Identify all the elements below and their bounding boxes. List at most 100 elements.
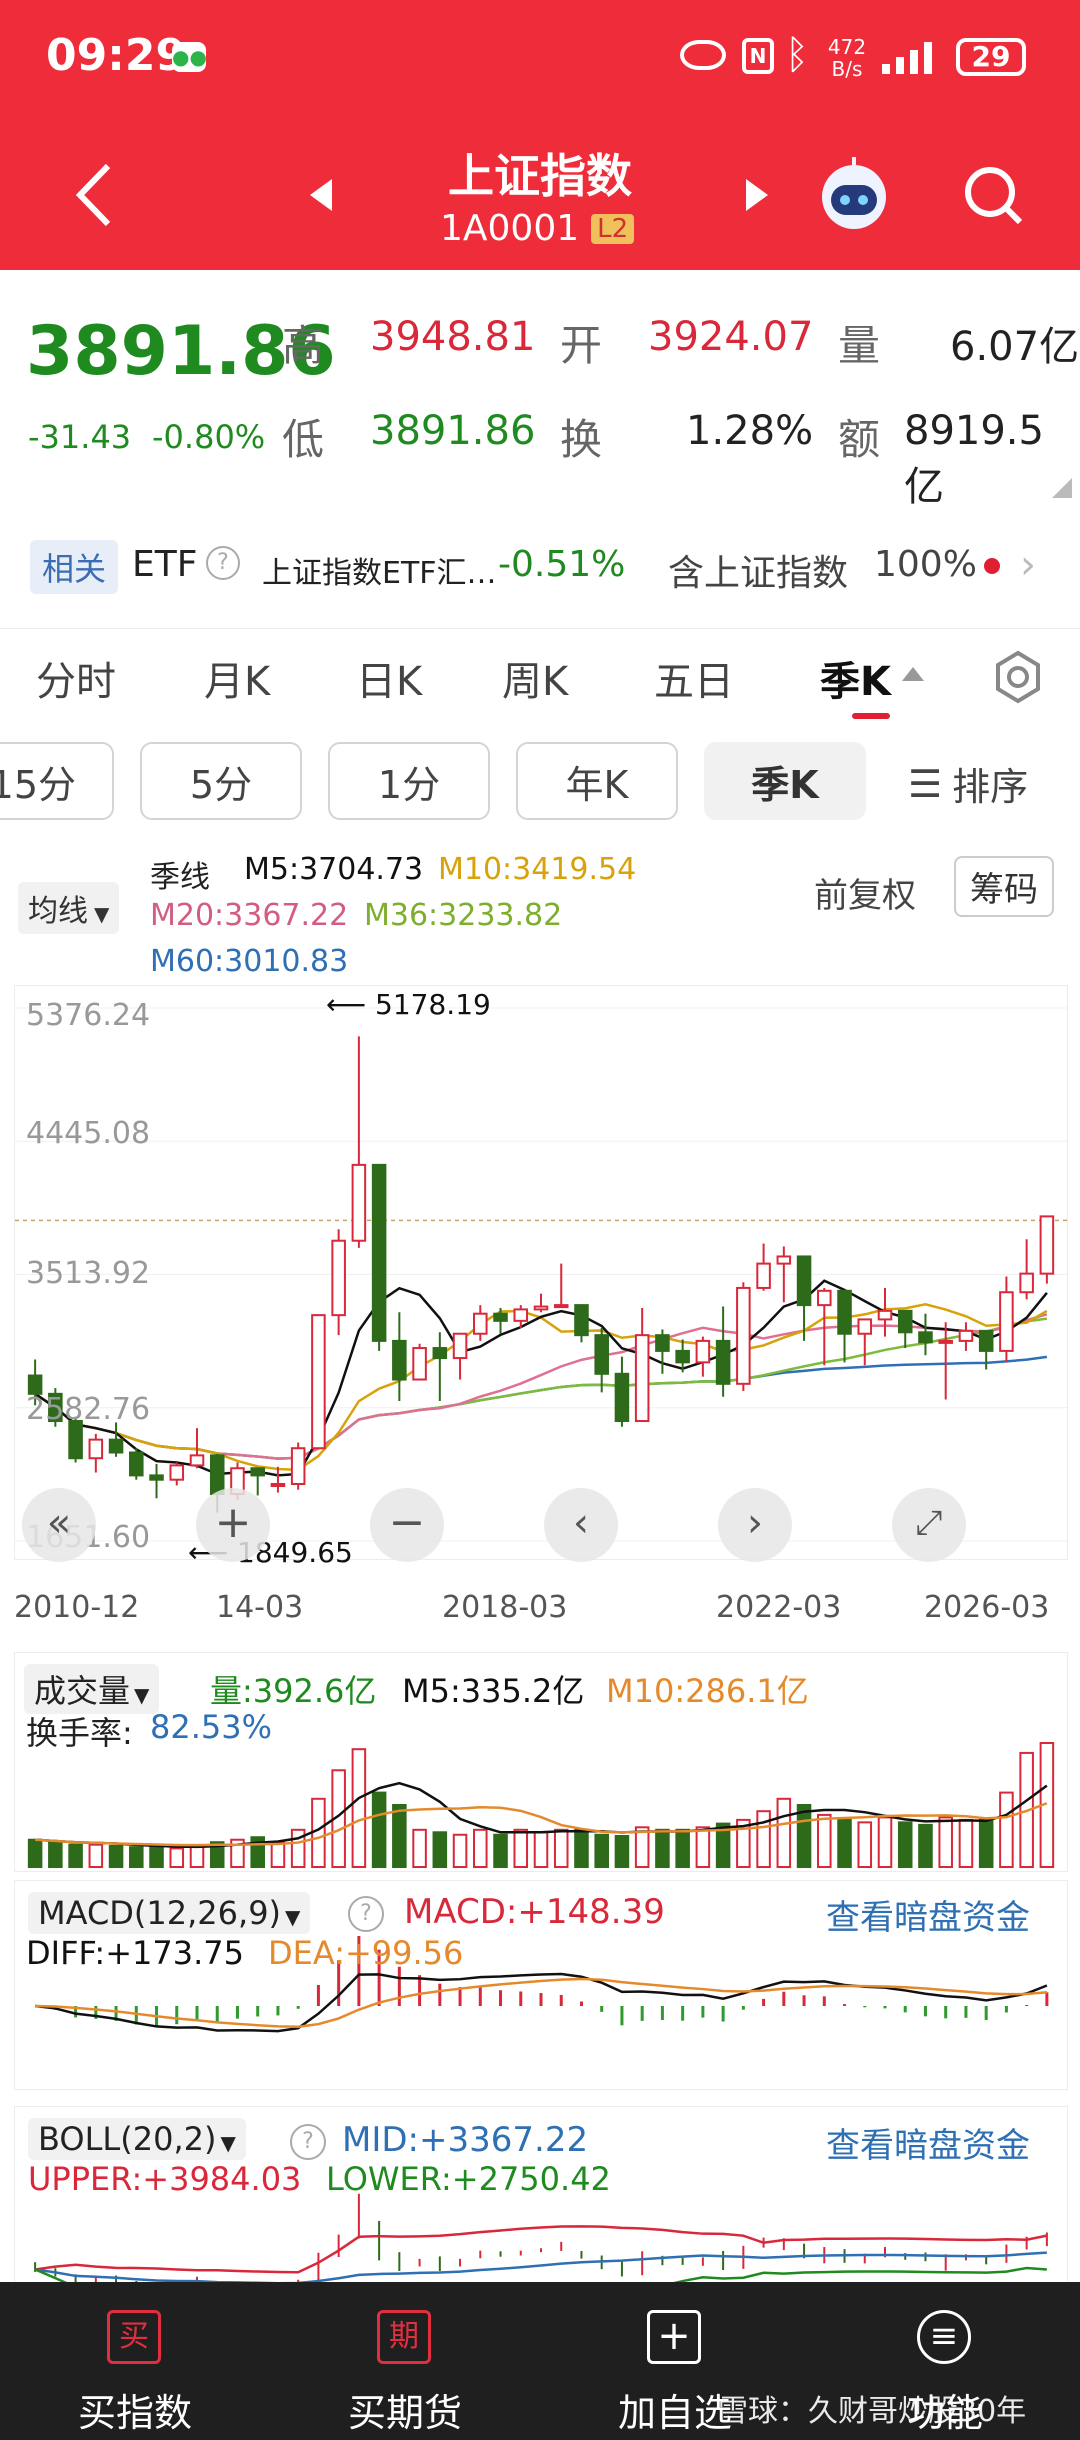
fast-back-button[interactable]: « — [22, 1488, 96, 1562]
period-5min[interactable]: 5分 — [140, 742, 302, 820]
macd-link[interactable]: 查看暗盘资金 — [826, 1890, 1030, 1939]
candle — [978, 1329, 994, 1352]
tab-weekly[interactable]: 周K — [502, 649, 568, 707]
tab-monthly[interactable]: 月K — [204, 649, 270, 707]
nav-label: 买期货 — [347, 2391, 462, 2435]
nav-buy-futures[interactable]: 期 买期货 — [270, 2282, 540, 2440]
battery-icon: 29 — [956, 38, 1026, 76]
period-quarterly[interactable]: 季K — [704, 742, 866, 820]
robot-icon — [822, 157, 886, 229]
candle — [290, 1447, 306, 1485]
candle — [452, 1332, 468, 1360]
volume-label: 量 — [838, 321, 881, 370]
chips-button[interactable]: 筹码 — [954, 856, 1054, 917]
volume-m5: M5:335.2亿 — [402, 1672, 585, 1710]
period-1min[interactable]: 1分 — [328, 742, 490, 820]
volume-bar — [958, 1818, 974, 1869]
volume-bar — [837, 1818, 852, 1869]
header-bar: 09:29 ●● N ᛒ 472 B/s 29 上证指数 1A0001 L2 — [0, 0, 1080, 270]
volume-bar — [311, 1797, 326, 1868]
period-yearly[interactable]: 年K — [516, 742, 678, 820]
volume-bar — [918, 1823, 933, 1868]
prev-stock-button[interactable] — [306, 175, 336, 219]
tab-intraday[interactable]: 分时 — [36, 649, 116, 707]
candle — [675, 1349, 690, 1364]
chevron-right-icon[interactable]: › — [1020, 542, 1036, 588]
help-icon[interactable]: ? — [348, 1896, 384, 1932]
volume-bar — [108, 1844, 124, 1868]
boll-mid-line — [34, 2251, 1047, 2285]
x-tick-0: 2010-12 — [14, 1590, 140, 1625]
adjust-label[interactable]: 前复权 — [814, 868, 916, 917]
candle — [918, 1331, 933, 1344]
help-icon[interactable]: ? — [290, 2124, 326, 2160]
help-icon[interactable]: ? — [206, 546, 240, 580]
candle — [351, 1163, 367, 1242]
scroll-left-button[interactable]: ‹ — [544, 1488, 618, 1562]
volume-bar — [594, 1833, 609, 1868]
fullscreen-button[interactable]: ⤢ — [892, 1488, 966, 1562]
price-change: -31.43 — [28, 418, 132, 456]
volume-bar — [695, 1826, 711, 1869]
caret-up-icon — [902, 667, 924, 681]
back-button[interactable] — [70, 160, 120, 227]
candle — [999, 1291, 1014, 1352]
boll-select[interactable]: BOLL(20,2) ▼ — [28, 2118, 246, 2160]
search-icon — [965, 167, 1023, 225]
ma10-line — [34, 1302, 1048, 1472]
tab-five-day[interactable]: 五日 — [654, 649, 734, 707]
volume-bar — [149, 1846, 164, 1869]
nfc-icon: N — [742, 38, 774, 74]
amount-label: 额 — [838, 415, 881, 464]
volume-bar — [88, 1843, 104, 1868]
sort-button[interactable]: ☰ 排序 — [908, 756, 1028, 811]
ma-type-select[interactable]: 均线 ▼ — [18, 882, 120, 934]
candle — [331, 1239, 346, 1317]
candle — [938, 1339, 953, 1344]
volume-bar — [796, 1804, 812, 1868]
candle — [311, 1314, 326, 1450]
volume-bar — [412, 1828, 427, 1869]
tab-daily[interactable]: 日K — [356, 649, 422, 707]
tab-quarterly[interactable]: 季K — [820, 649, 891, 707]
boll-link[interactable]: 查看暗盘资金 — [826, 2118, 1030, 2167]
zoom-in-button[interactable]: + — [196, 1488, 270, 1562]
next-stock-button[interactable] — [742, 175, 772, 219]
candle — [634, 1334, 650, 1423]
period-selector: 15分 5分 1分 年K 季K ☰ 排序 — [0, 740, 1080, 835]
search-button[interactable] — [960, 162, 1026, 228]
eye-icon — [680, 40, 726, 70]
volume-bar — [756, 1810, 771, 1868]
zoom-out-button[interactable]: − — [370, 1488, 444, 1562]
kline-chart[interactable] — [14, 985, 1069, 1560]
candle — [412, 1347, 427, 1381]
net-speed-value: 472 — [827, 35, 867, 59]
settings-button[interactable] — [990, 649, 1046, 705]
active-tab-indicator — [852, 713, 890, 719]
candle — [129, 1451, 144, 1477]
candle — [837, 1289, 852, 1335]
wechat-icon: ●● — [172, 42, 207, 72]
volume-bar — [270, 1841, 286, 1868]
macd-select[interactable]: MACD(12,26,9) ▼ — [28, 1892, 311, 1934]
volume-select[interactable]: 成交量 ▼ — [24, 1664, 160, 1714]
ma60-value: M60:3010.83 — [150, 944, 349, 979]
net-speed-unit: B/s — [831, 57, 863, 81]
buy-futures-icon: 期 — [377, 2310, 431, 2364]
nav-buy-index[interactable]: 买 买指数 — [0, 2282, 270, 2440]
volume-bar — [513, 1828, 529, 1869]
candle — [897, 1309, 913, 1334]
volume-bar — [978, 1818, 994, 1869]
volume-bar — [776, 1797, 792, 1868]
related-etf-bar[interactable]: 相关 ETF ? 上证指数ETF汇… -0.51% 含上证指数 100% › — [0, 522, 1080, 608]
candle — [473, 1312, 488, 1335]
scroll-right-button[interactable]: › — [718, 1488, 792, 1562]
dropdown-arrow-icon: ▼ — [94, 902, 110, 926]
period-15min[interactable]: 15分 — [0, 742, 114, 820]
candle — [614, 1372, 630, 1423]
expand-corner-icon[interactable] — [1052, 478, 1072, 498]
caret-right-icon — [746, 179, 768, 211]
macd-value: MACD:+148.39 — [404, 1892, 665, 1932]
candle — [817, 1289, 832, 1307]
robot-assistant-button[interactable] — [815, 155, 893, 233]
